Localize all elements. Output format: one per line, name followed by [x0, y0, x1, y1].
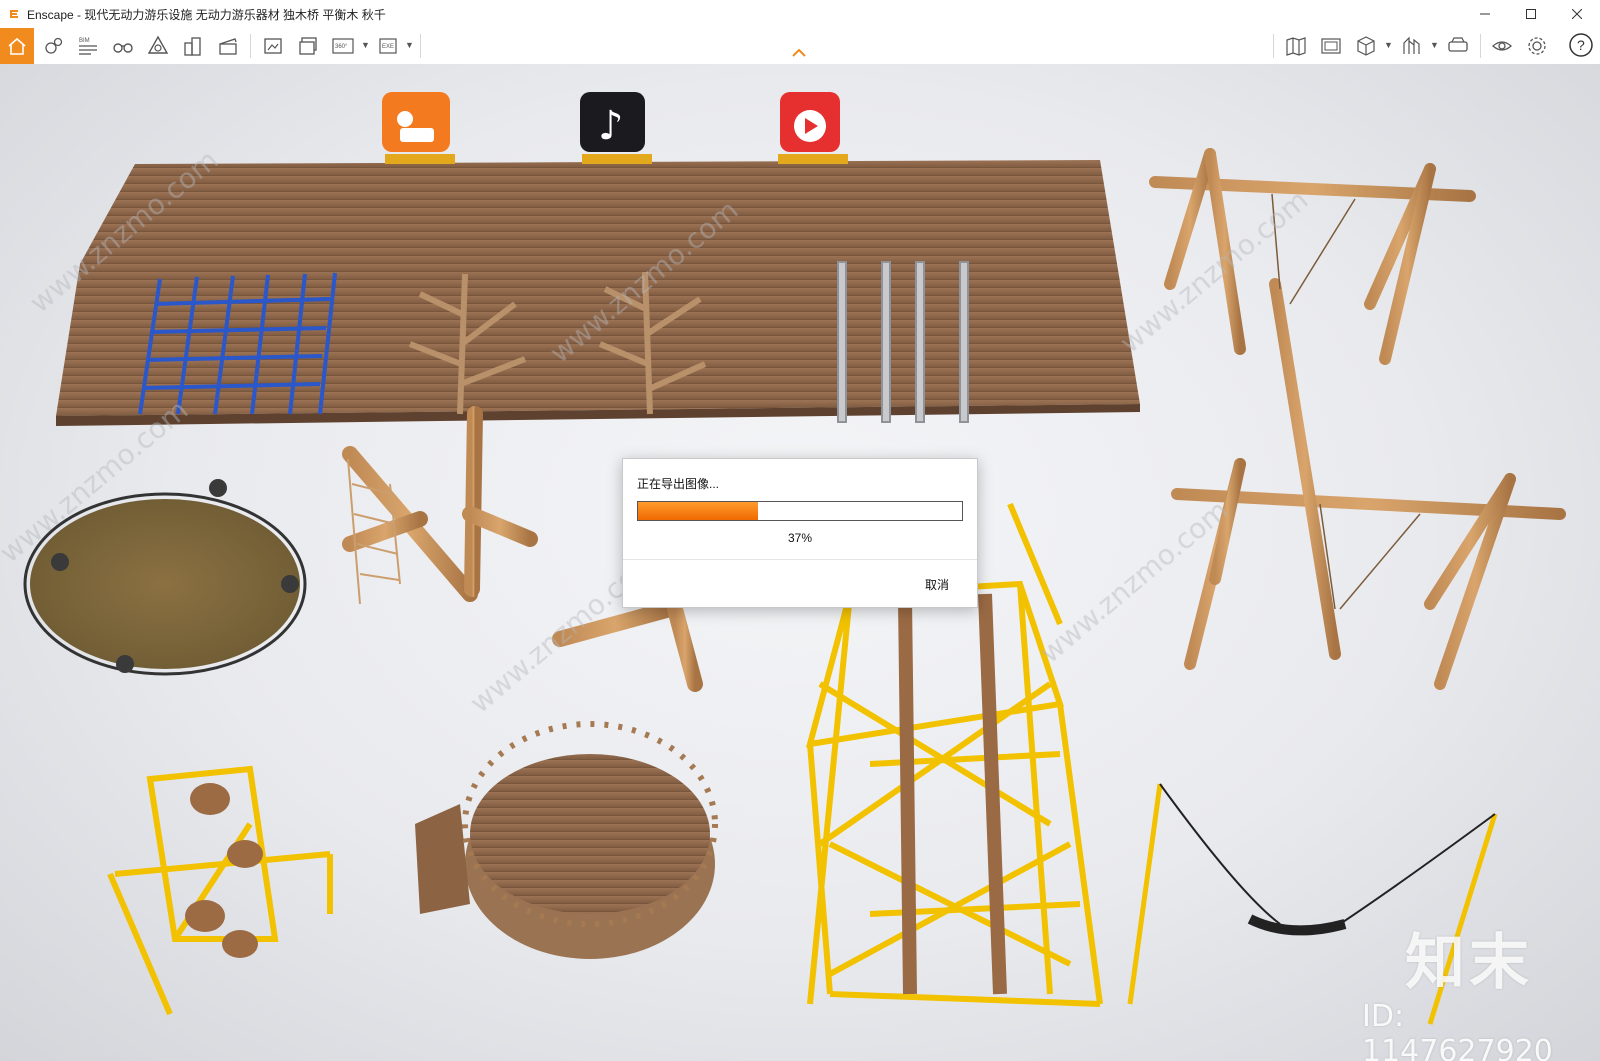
visibility-button[interactable]	[1486, 30, 1518, 62]
maximize-icon	[1526, 9, 1536, 19]
batch-render-button[interactable]	[292, 30, 324, 62]
video-editor-button[interactable]	[212, 30, 244, 62]
douyin-icon: ♪	[580, 92, 652, 164]
video-editor-icon	[219, 38, 237, 55]
home-button[interactable]	[0, 28, 34, 64]
chart-button[interactable]	[1396, 30, 1428, 62]
minimize-icon	[1480, 13, 1490, 15]
enscape-logo-icon	[10, 10, 18, 18]
bim-icon: BIM	[79, 38, 97, 55]
vr-headset-icon	[1448, 37, 1468, 52]
svg-text:♪: ♪	[598, 103, 624, 149]
toolbar-separator	[420, 34, 421, 58]
maximize-button[interactable]	[1508, 0, 1554, 28]
view-management-icon	[1321, 38, 1341, 54]
panorama-label: 360°	[335, 44, 348, 50]
dialog-title: 正在导出图像...	[637, 477, 720, 491]
balance-beams	[898, 593, 1007, 995]
cube-view-dropdown-caret-icon[interactable]: ▼	[1384, 40, 1393, 50]
asset-library-icon	[147, 35, 169, 54]
minimize-button[interactable]	[1462, 0, 1508, 28]
wooden-nest	[415, 721, 718, 959]
cancel-button[interactable]: 取消	[925, 576, 949, 593]
export-progress-bar	[637, 501, 963, 521]
cube-view-icon	[1357, 36, 1375, 56]
chart-dropdown-caret-icon[interactable]: ▼	[1430, 40, 1439, 50]
batch-render-icon	[299, 37, 317, 55]
huoshan-icon	[778, 92, 848, 164]
title-bar: Enscape - 现代无动力游乐设施 无动力游乐器材 独木桥 平衡木 秋千	[0, 0, 1600, 28]
toolbar-separator	[250, 34, 251, 58]
binoculars-icon	[113, 43, 133, 53]
toolbar-separator	[1480, 34, 1481, 58]
render-settings-button[interactable]	[38, 30, 70, 62]
wooden-climbing-wall	[56, 160, 1140, 426]
buildings-button[interactable]	[177, 30, 209, 62]
export-dropdown-caret-icon[interactable]: ▼	[405, 40, 414, 50]
window-controls	[1462, 0, 1600, 28]
timber-swing-frame	[1149, 148, 1566, 690]
window-title: Enscape - 现代无动力游乐设施 无动力游乐器材 独木桥 平衡木 秋千	[27, 7, 386, 22]
exe-label: EXE	[382, 44, 394, 50]
progress-percent-label: 37%	[787, 531, 813, 545]
hanging-wood-pods	[185, 783, 263, 958]
map-icon	[1286, 37, 1306, 56]
svg-text:?: ?	[1577, 37, 1585, 53]
bim-button[interactable]: BIM	[72, 30, 104, 62]
buildings-icon	[184, 37, 201, 56]
export-exe-icon: EXE	[379, 38, 397, 54]
map-button[interactable]	[1280, 30, 1312, 62]
screenshot-button[interactable]	[257, 30, 289, 62]
dialog-divider	[623, 559, 977, 560]
panorama-button[interactable]: 360°	[327, 30, 359, 62]
close-button[interactable]	[1554, 0, 1600, 28]
collapse-toolbar-chevron-icon[interactable]	[791, 46, 807, 58]
kuaishou-icon	[382, 92, 455, 164]
watermark-logo: 知末	[1405, 928, 1533, 998]
panorama-dropdown-caret-icon[interactable]: ▼	[361, 40, 370, 50]
help-icon[interactable]: ?	[1568, 32, 1594, 58]
watermark-id: ID: 1147627920	[1362, 999, 1553, 1061]
settings-button[interactable]	[1521, 30, 1553, 62]
watermark-text: www.znzmo.com	[1033, 493, 1234, 669]
binoculars-button[interactable]	[107, 30, 139, 62]
main-toolbar: BIM 360° ▼ EXE ▼ ▼ ▼ ?	[0, 28, 1600, 65]
cube-view-button[interactable]	[1350, 30, 1382, 62]
bim-label: BIM	[79, 38, 90, 44]
export-exe-button[interactable]: EXE	[373, 30, 405, 62]
view-management-button[interactable]	[1315, 30, 1347, 62]
toolbar-separator	[1273, 34, 1274, 58]
visibility-icon	[1492, 41, 1512, 51]
export-progress-fill	[638, 502, 758, 520]
asset-library-button[interactable]	[142, 30, 174, 62]
panorama-icon: 360°	[332, 38, 354, 54]
screenshot-icon	[264, 38, 282, 54]
settings-icon	[1528, 37, 1546, 55]
chart-icon	[1403, 36, 1420, 54]
vr-headset-button[interactable]	[1442, 30, 1474, 62]
close-icon	[1572, 9, 1582, 19]
home-icon	[8, 37, 26, 55]
render-settings-icon	[45, 37, 63, 54]
export-progress-dialog: 正在导出图像... 37% 取消	[622, 458, 978, 608]
